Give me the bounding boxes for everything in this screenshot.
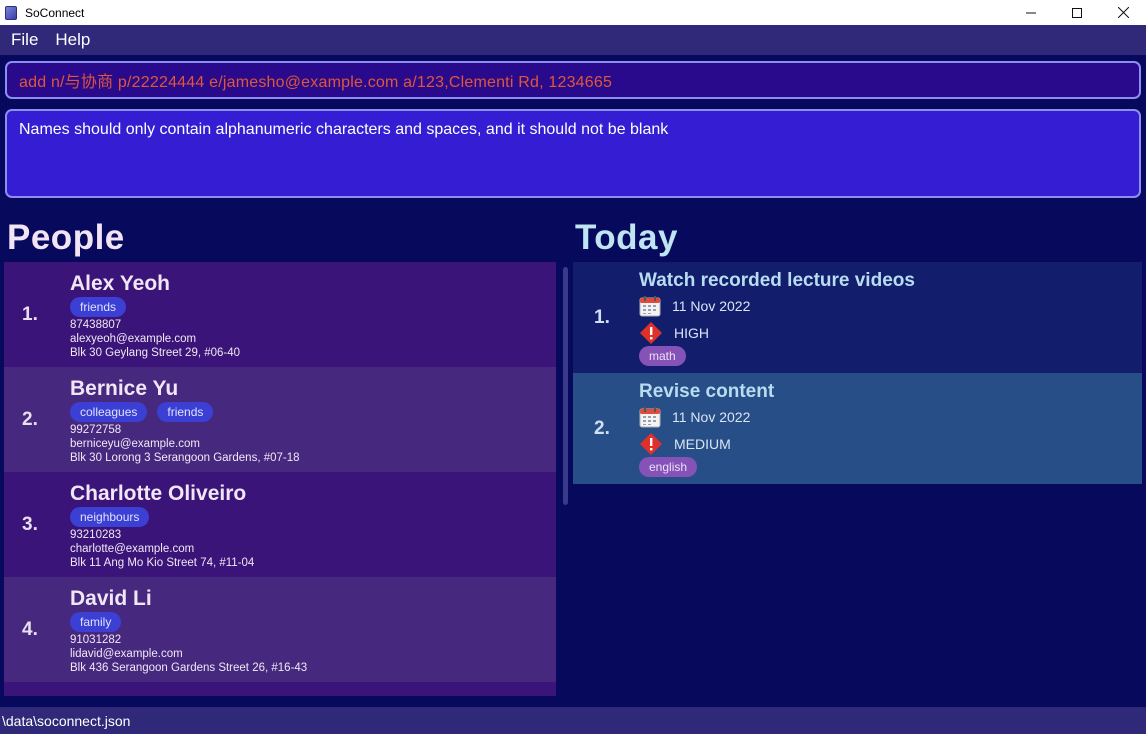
close-icon — [1117, 7, 1129, 18]
task-index: 1. — [594, 307, 610, 328]
task-title: Revise content — [639, 381, 775, 402]
task-tag: english — [639, 457, 698, 477]
window-controls — [1008, 0, 1146, 25]
person-name: Bernice Yu — [70, 377, 179, 400]
people-list-scrollbar[interactable] — [563, 267, 568, 505]
result-message: Names should only contain alphanumeric c… — [19, 121, 669, 138]
person-card[interactable]: 4. David Li family 91031282 lidavid@exam… — [4, 577, 556, 682]
person-email: alexyeoh@example.com — [70, 333, 197, 345]
calendar-icon — [639, 407, 661, 428]
today-list[interactable]: 1. Watch recorded lecture videos 11 Nov … — [573, 262, 1142, 484]
person-tag: colleagues — [70, 402, 148, 422]
menu-bar: File Help — [0, 25, 1146, 55]
person-card[interactable]: 2. Bernice Yu colleagues friends 9927275… — [4, 367, 556, 472]
person-name: David Li — [70, 587, 152, 610]
menu-file[interactable]: File — [11, 30, 38, 50]
person-card[interactable]: 3. Charlotte Oliveiro neighbours 9321028… — [4, 472, 556, 577]
person-tags: colleagues friends — [70, 402, 214, 422]
command-input-text: add n/与协商 p/22224444 e/jamesho@example.c… — [19, 74, 613, 91]
calendar-icon — [639, 296, 661, 317]
today-heading: Today — [575, 218, 678, 257]
result-display[interactable]: Names should only contain alphanumeric c… — [5, 109, 1141, 198]
status-bar: \data\soconnect.json — [0, 707, 1146, 734]
task-date-row: 11 Nov 2022 — [639, 406, 750, 428]
person-email: charlotte@example.com — [70, 543, 195, 555]
maximize-button[interactable] — [1054, 0, 1100, 25]
person-address: Blk 436 Serangoon Gardens Street 26, #16… — [70, 662, 308, 674]
task-index: 2. — [594, 418, 610, 439]
priority-warning-icon — [640, 322, 662, 344]
priority-warning-icon — [640, 433, 662, 455]
person-card-partial[interactable] — [4, 682, 556, 696]
task-date: 11 Nov 2022 — [672, 409, 751, 425]
window-title: SoConnect — [25, 5, 85, 20]
menu-help[interactable]: Help — [55, 30, 90, 50]
task-card[interactable]: 1. Watch recorded lecture videos 11 Nov … — [573, 262, 1142, 373]
people-heading: People — [7, 218, 125, 257]
person-index: 1. — [22, 304, 38, 325]
task-priority-row: HIGH — [639, 321, 709, 345]
people-list[interactable]: 1. Alex Yeoh friends 87438807 alexyeoh@e… — [4, 262, 556, 696]
person-index: 2. — [22, 409, 38, 430]
task-title: Watch recorded lecture videos — [639, 270, 915, 291]
app-icon — [5, 5, 17, 20]
task-card[interactable]: 2. Revise content 11 Nov 2022 MEDIUM eng… — [573, 373, 1142, 484]
person-tag: friends — [70, 297, 127, 317]
person-index: 4. — [22, 619, 38, 640]
person-email: berniceyu@example.com — [70, 438, 200, 450]
person-index: 3. — [22, 514, 38, 535]
task-date: 11 Nov 2022 — [672, 298, 751, 314]
person-address: Blk 11 Ang Mo Kio Street 74, #11-04 — [70, 557, 255, 569]
maximize-icon — [1072, 7, 1082, 18]
task-priority-row: MEDIUM — [639, 432, 731, 456]
person-name: Charlotte Oliveiro — [70, 482, 247, 505]
close-button[interactable] — [1100, 0, 1146, 25]
person-address: Blk 30 Lorong 3 Serangoon Gardens, #07-1… — [70, 452, 300, 464]
task-date-row: 11 Nov 2022 — [639, 295, 750, 317]
person-tag: neighbours — [70, 507, 150, 527]
task-priority: HIGH — [674, 325, 709, 341]
minimize-button[interactable] — [1008, 0, 1054, 25]
person-tags: friends — [70, 297, 127, 317]
person-email: lidavid@example.com — [70, 648, 183, 660]
person-card[interactable]: 1. Alex Yeoh friends 87438807 alexyeoh@e… — [4, 262, 556, 367]
person-phone: 87438807 — [70, 319, 122, 331]
minimize-icon — [1026, 12, 1036, 13]
window-title-bar: SoConnect — [0, 0, 1146, 25]
person-phone: 93210283 — [70, 529, 122, 541]
person-address: Blk 30 Geylang Street 29, #06-40 — [70, 347, 241, 359]
task-tag: math — [639, 346, 686, 366]
command-input[interactable]: add n/与协商 p/22224444 e/jamesho@example.c… — [5, 61, 1141, 99]
person-tag: family — [70, 612, 122, 632]
person-tags: family — [70, 612, 122, 632]
person-phone: 91031282 — [70, 634, 122, 646]
task-priority: MEDIUM — [674, 436, 731, 452]
person-phone: 99272758 — [70, 424, 122, 436]
person-tags: neighbours — [70, 507, 150, 527]
person-tag: friends — [157, 402, 214, 422]
person-name: Alex Yeoh — [70, 272, 170, 295]
save-location: \data\soconnect.json — [2, 712, 131, 729]
